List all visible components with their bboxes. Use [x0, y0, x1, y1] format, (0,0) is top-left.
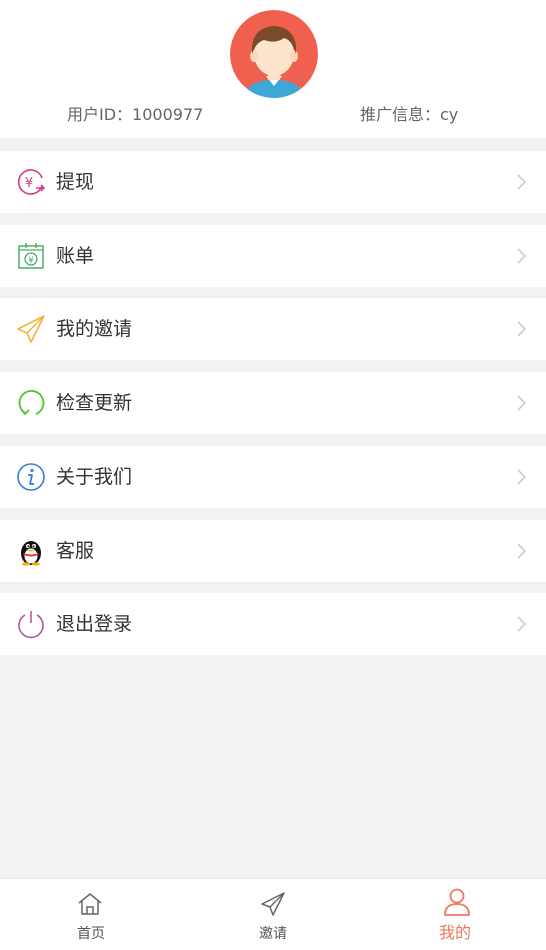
paper-plane-icon [260, 891, 286, 917]
menu-item-customer-service[interactable]: 客服 [0, 520, 546, 582]
menu-item-logout[interactable]: 退出登录 [0, 593, 546, 655]
menu-label: 退出登录 [56, 613, 133, 635]
menu-label: 关于我们 [56, 466, 133, 488]
avatar[interactable] [230, 10, 318, 98]
power-icon [16, 609, 46, 639]
menu-label: 我的邀请 [56, 318, 133, 340]
menu-label: 客服 [56, 540, 95, 562]
chevron-right-icon [514, 173, 528, 191]
tab-label: 首页 [77, 926, 105, 942]
menu-item-bill[interactable]: ¥ 账单 [0, 225, 546, 287]
profile-header: 用户ID：1000977 推广信息：cy [0, 0, 546, 138]
user-icon [442, 887, 472, 917]
svg-text:¥: ¥ [25, 176, 33, 191]
chevron-right-icon [514, 615, 528, 633]
chevron-right-icon [514, 394, 528, 412]
menu-item-check-update[interactable]: 检查更新 [0, 372, 546, 434]
menu-label: 提现 [56, 171, 95, 193]
svg-text:¥: ¥ [28, 256, 34, 266]
refresh-icon [16, 388, 46, 418]
chevron-right-icon [514, 247, 528, 265]
tab-home[interactable]: 首页 [0, 879, 182, 950]
chevron-right-icon [514, 320, 528, 338]
menu-label: 检查更新 [56, 392, 133, 414]
bill-calendar-icon: ¥ [16, 241, 46, 271]
menu-item-about-us[interactable]: 关于我们 [0, 446, 546, 508]
chevron-right-icon [514, 468, 528, 486]
menu-label: 账单 [56, 245, 95, 267]
promo-info-text: 推广信息：cy [360, 105, 459, 124]
paper-plane-icon [16, 314, 46, 344]
user-id-text: 用户ID：1000977 [67, 105, 204, 124]
tab-label: 邀请 [259, 926, 287, 942]
chevron-right-icon [514, 542, 528, 560]
menu-item-withdraw[interactable]: ¥ 提现 [0, 151, 546, 213]
tab-invite[interactable]: 邀请 [182, 879, 364, 950]
qq-penguin-icon [16, 536, 46, 566]
bottom-tab-bar: 首页 邀请 我的 [0, 878, 546, 950]
tab-mine[interactable]: 我的 [364, 879, 546, 950]
yuan-withdraw-icon: ¥ [16, 167, 46, 197]
home-icon [77, 891, 103, 917]
tab-label: 我的 [438, 923, 471, 942]
info-icon [16, 462, 46, 492]
menu-item-my-invitations[interactable]: 我的邀请 [0, 298, 546, 360]
